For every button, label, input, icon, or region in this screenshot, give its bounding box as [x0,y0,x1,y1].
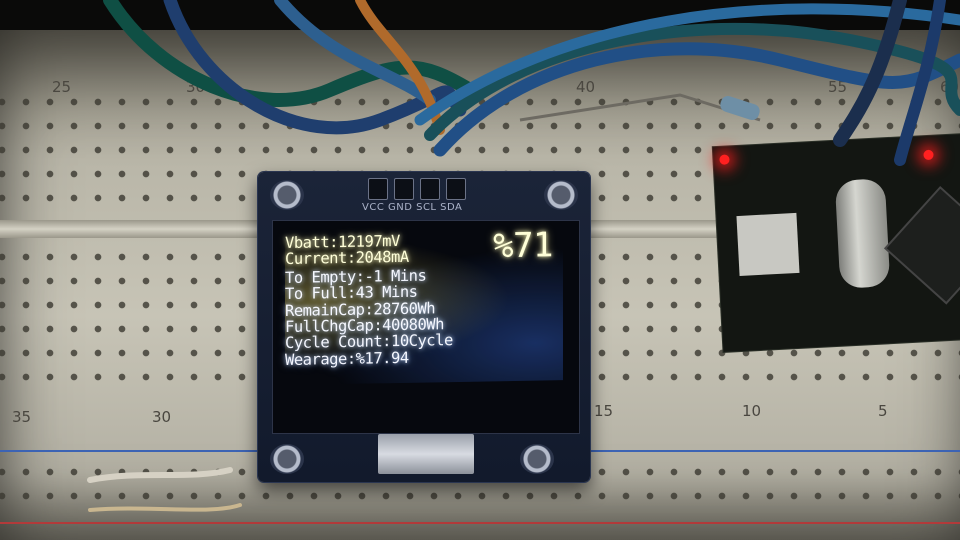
battery-percent: %71 [493,225,553,267]
photo-scene: 25 30 40 55 60 35 30 15 10 5 VCC GND SCL… [0,0,960,540]
row-number: 30 [186,78,206,96]
mount-hole [270,444,304,474]
pin-header [368,178,468,200]
usb-connector [736,212,800,276]
mount-hole [520,444,554,474]
row-number: 10 [742,402,762,420]
row-number: 55 [828,78,848,96]
row-number: 25 [52,78,72,96]
row-number: 5 [878,402,888,420]
microcontroller-board [712,133,960,352]
row-number: 15 [594,402,614,420]
wearage-line: Wearage:%17.94 [285,348,409,369]
oled-screen-content: Vbatt:12197mV Current:2048mA %71 To Empt… [285,225,563,385]
rail-red-line [0,522,960,524]
display-flex-cable [378,434,474,474]
pin-gnd [394,178,414,200]
status-led-icon [923,149,934,161]
oled-module: VCC GND SCL SDA Vbatt:12197mV Current:20… [258,172,590,482]
row-number: 35 [12,408,32,426]
row-number: 30 [152,408,172,426]
pin-scl [420,178,440,200]
crystal-oscillator [834,178,891,289]
pin-sda [446,178,466,200]
power-led-icon [719,154,730,165]
mcu-chip [886,188,960,302]
oled-display: Vbatt:12197mV Current:2048mA %71 To Empt… [272,220,580,434]
row-number: 60 [940,78,960,96]
mount-hole [544,180,578,210]
row-number: 40 [576,78,596,96]
pin-labels: VCC GND SCL SDA [362,202,463,213]
pin-vcc [368,178,388,200]
mount-hole [270,180,304,210]
